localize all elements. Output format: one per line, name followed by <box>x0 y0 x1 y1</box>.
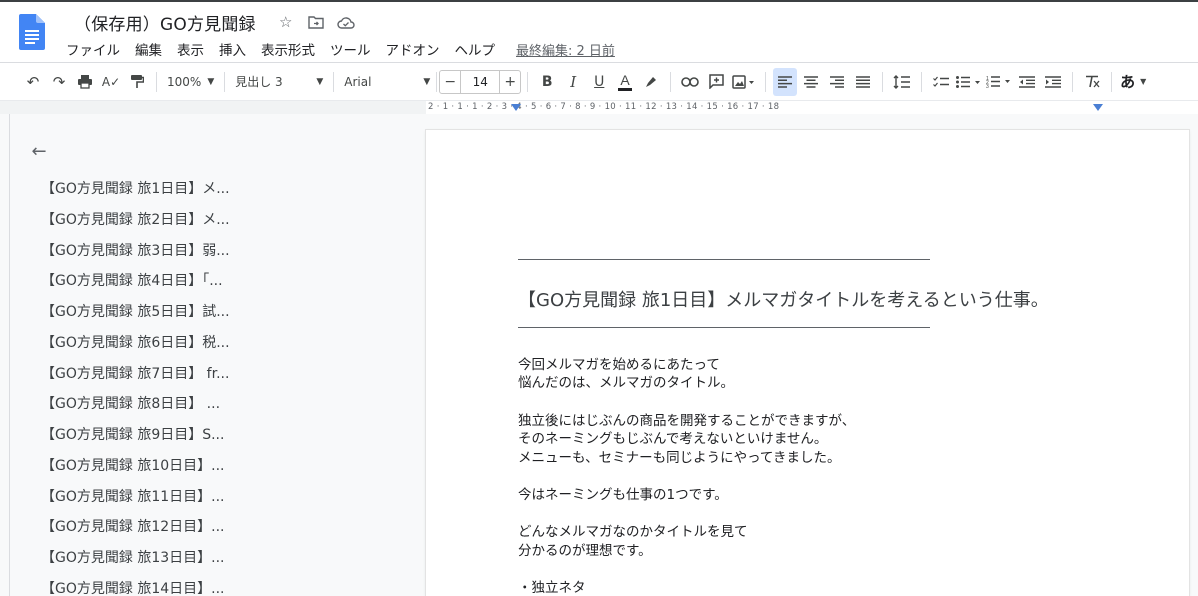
outline-item[interactable]: 【GO方見聞録 旅8日目】 ... <box>41 393 220 413</box>
toolbar-separator <box>882 71 884 92</box>
paragraph-style-select[interactable]: 見出し 3 ▼ <box>231 68 327 96</box>
italic-icon[interactable]: I <box>561 68 585 96</box>
underline-icon[interactable]: U <box>587 68 611 96</box>
outline-item[interactable]: 【GO方見聞録 旅11日目】... <box>41 486 224 506</box>
outline-item[interactable]: 【GO方見聞録 旅10日目】... <box>41 455 224 475</box>
redo-icon[interactable]: ↷ <box>47 68 71 96</box>
align-right-icon[interactable] <box>825 68 849 96</box>
line-spacing-icon[interactable] <box>890 68 914 96</box>
add-comment-icon[interactable] <box>704 68 728 96</box>
toolbar-separator <box>436 71 438 92</box>
right-indent-marker[interactable] <box>1093 104 1103 111</box>
outline-item[interactable]: 【GO方見聞録 旅1日目】メ... <box>41 178 230 198</box>
document-title[interactable]: （保存用）GO方見聞録 <box>74 10 256 35</box>
increase-indent-icon[interactable] <box>1041 68 1065 96</box>
toolbar-separator <box>670 71 672 92</box>
move-folder-icon[interactable] <box>306 12 326 32</box>
menu-bar: ファイル 編集 表示 挿入 表示形式 ツール アドオン ヘルプ 最終編集: 2 … <box>66 38 615 60</box>
cloud-status-icon[interactable] <box>336 12 356 32</box>
horizontal-ruler[interactable]: 2 · 1 · 1 · 1 · 2 · 3 · 4 · 5 · 6 · 7 · … <box>0 100 1198 114</box>
toolbar-separator <box>1072 71 1074 92</box>
align-justify-icon[interactable] <box>851 68 875 96</box>
toolbar-separator <box>921 71 923 92</box>
close-outline-icon[interactable]: ← <box>28 140 50 162</box>
align-center-icon[interactable] <box>799 68 823 96</box>
paragraph-line[interactable]: 独立後にはじぶんの商品を開発することができますが、 <box>518 412 855 431</box>
document-heading[interactable]: 【GO方見聞録 旅1日目】メルマガタイトルを考えるという仕事。 <box>518 286 1049 312</box>
document-page[interactable]: 【GO方見聞録 旅1日目】メルマガタイトルを考えるという仕事。 今回メルマガを始… <box>426 130 1189 596</box>
menu-addons[interactable]: アドオン <box>386 39 447 59</box>
menu-file[interactable]: ファイル <box>66 39 127 59</box>
paragraph-line[interactable]: 今回メルマガを始めるにあたって <box>518 356 720 375</box>
decrease-font-size-button[interactable]: − <box>439 69 462 94</box>
paragraph-line[interactable]: そのネーミングもじぶんで考えないといけません。 <box>518 430 827 449</box>
outline-item[interactable]: 【GO方見聞録 旅2日目】メ... <box>41 209 230 229</box>
menu-help[interactable]: ヘルプ <box>455 39 503 59</box>
menu-edit[interactable]: 編集 <box>135 39 169 59</box>
menu-view[interactable]: 表示 <box>177 39 211 59</box>
decrease-indent-icon[interactable] <box>1015 68 1039 96</box>
increase-font-size-button[interactable]: + <box>499 69 522 94</box>
toolbar: ↶ ↷ A✓ 100% ▼ 見出し 3 ▼ Arial ▼ − 14 + B I U … <box>0 62 1198 100</box>
last-edit-link[interactable]: 最終編集: 2 日前 <box>516 40 615 59</box>
clear-formatting-icon[interactable] <box>1080 68 1104 96</box>
undo-icon[interactable]: ↶ <box>21 68 45 96</box>
bold-icon[interactable]: B <box>535 68 559 96</box>
input-tools-button[interactable]: あ ▼ <box>1119 68 1147 96</box>
outline-item[interactable]: 【GO方見聞録 旅5日目】試... <box>41 301 230 321</box>
outline-item[interactable]: 【GO方見聞録 旅9日目】S... <box>41 424 224 444</box>
vertical-ruler[interactable] <box>0 114 10 596</box>
menu-insert[interactable]: 挿入 <box>219 39 253 59</box>
paragraph-line[interactable]: どんなメルマガなのかタイトルを見て <box>518 523 748 542</box>
align-left-icon[interactable] <box>773 67 798 96</box>
left-indent-marker[interactable] <box>511 104 521 111</box>
toolbar-separator <box>224 71 226 92</box>
insert-image-icon[interactable] <box>730 68 758 96</box>
paragraph-line[interactable]: 今はネーミングも仕事の1つです。 <box>518 486 728 505</box>
highlight-icon[interactable] <box>639 68 663 96</box>
outline-item[interactable]: 【GO方見聞録 旅14日目】... <box>41 578 224 596</box>
horizontal-line <box>518 259 930 260</box>
paint-format-icon[interactable] <box>125 68 149 96</box>
horizontal-line <box>518 327 930 328</box>
toolbar-separator <box>156 71 157 92</box>
zoom-select[interactable]: 100% ▼ <box>163 68 218 96</box>
text-color-icon[interactable]: A <box>613 68 637 96</box>
svg-text:A: A <box>621 72 631 88</box>
app-header: （保存用）GO方見聞録 ☆ ファイル 編集 表示 挿入 表示形式 ツール アドオ… <box>0 2 1198 62</box>
font-size-input[interactable]: 14 <box>461 69 500 94</box>
outline-item[interactable]: 【GO方見聞録 旅12日目】... <box>41 516 224 536</box>
outline-item[interactable]: 【GO方見聞録 旅13日目】... <box>41 547 224 567</box>
toolbar-separator <box>527 71 529 92</box>
menu-tools[interactable]: ツール <box>330 39 378 59</box>
outline-item[interactable]: 【GO方見聞録 旅7日目】 fr... <box>41 363 229 383</box>
outline-item[interactable]: 【GO方見聞録 旅4日目】「... <box>41 270 223 290</box>
numbered-list-icon[interactable]: 123 <box>985 68 1013 96</box>
insert-link-icon[interactable] <box>678 68 702 96</box>
print-icon[interactable] <box>73 68 97 96</box>
toolbar-separator <box>333 71 335 92</box>
paragraph-line[interactable]: ・独立ネタ <box>518 579 586 596</box>
outline-item[interactable]: 【GO方見聞録 旅6日目】税... <box>41 332 230 352</box>
svg-text:3: 3 <box>986 84 989 88</box>
menu-format[interactable]: 表示形式 <box>261 39 322 59</box>
paragraph-line[interactable]: 悩んだのは、メルマガのタイトル。 <box>518 374 734 393</box>
outline-item[interactable]: 【GO方見聞録 旅3日目】弱... <box>41 240 230 260</box>
toolbar-separator <box>1111 71 1113 92</box>
bulleted-list-icon[interactable] <box>955 68 983 96</box>
font-select[interactable]: Arial ▼ <box>340 68 434 96</box>
paragraph-line[interactable]: 分かるのが理想です。 <box>518 542 652 561</box>
checklist-icon[interactable] <box>929 68 953 96</box>
spellcheck-icon[interactable]: A✓ <box>99 68 123 96</box>
star-icon[interactable]: ☆ <box>276 12 296 32</box>
docs-logo-icon[interactable] <box>19 14 45 50</box>
paragraph-line[interactable]: メニューも、セミナーも同じようにやってきました。 <box>518 449 841 468</box>
toolbar-separator <box>765 71 767 92</box>
ruler-labels: 2 · 1 · 1 · 1 · 2 · 3 · 4 · 5 · 6 · 7 · … <box>428 102 780 112</box>
